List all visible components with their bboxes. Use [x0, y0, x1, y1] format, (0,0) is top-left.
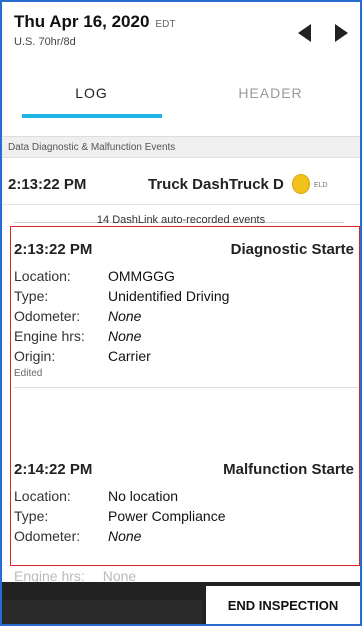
field-value: Power Compliance: [108, 508, 226, 524]
divider: [14, 387, 358, 388]
field-type: Type: Power Compliance: [14, 506, 358, 526]
active-tab-indicator: [22, 114, 162, 118]
field-value: OMMGGG: [108, 268, 175, 284]
end-inspection-button[interactable]: END INSPECTION: [206, 586, 360, 624]
event-title: Diagnostic Starte: [230, 240, 354, 258]
field-label: Type:: [14, 288, 49, 304]
field-label: Engine hrs:: [14, 328, 85, 344]
event-row-summary[interactable]: 2:13:22 PM Truck DashTruck D ELD: [2, 160, 360, 205]
event-time: 2:14:22 PM: [14, 460, 93, 478]
field-location: Location: No location: [14, 486, 358, 506]
timezone: EDT: [155, 19, 176, 30]
tab-header[interactable]: HEADER: [181, 68, 360, 118]
day-navigation: [298, 24, 348, 42]
field-label: Odometer:: [14, 528, 81, 544]
field-label: Origin:: [14, 348, 56, 364]
tab-log[interactable]: LOG: [2, 68, 181, 118]
field-value: Unidentified Driving: [108, 288, 230, 304]
log-header: Thu Apr 16, 2020 EDT U.S. 70hr/8d: [2, 2, 360, 68]
device-name: Truck DashTruck D: [148, 176, 284, 193]
field-label: Type:: [14, 508, 49, 524]
field-value: None: [108, 308, 142, 324]
event-title: Malfunction Starte: [223, 460, 354, 478]
field-type: Type: Unidentified Driving: [14, 286, 358, 306]
field-label: Location:: [14, 488, 71, 504]
field-odometer: Odometer: None: [14, 526, 358, 546]
field-engine-hours: Engine hrs: None: [14, 326, 358, 346]
date-text: Thu Apr 16, 2020: [14, 12, 150, 31]
field-value: Carrier: [108, 348, 151, 364]
event-time: 2:13:22 PM: [8, 176, 87, 193]
field-label: Location:: [14, 268, 71, 284]
chevron-right-icon[interactable]: [335, 24, 348, 42]
footer-shelf: [2, 600, 202, 624]
chevron-left-icon[interactable]: [298, 24, 311, 42]
hos-rule: U.S. 70hr/8d: [14, 36, 76, 48]
field-location: Location: OMMGGG: [14, 266, 358, 286]
field-value: No location: [108, 488, 179, 504]
section-banner: Data Diagnostic & Malfunction Events: [2, 136, 360, 158]
eld-badge-icon: [292, 174, 310, 194]
event-time: 2:13:22 PM: [14, 240, 93, 258]
event-malfunction[interactable]: 2:14:22 PM Malfunction Starte Location: …: [14, 452, 358, 546]
field-origin: Origin: Carrier: [14, 346, 358, 366]
field-value: None: [108, 528, 142, 544]
tab-bar: LOG HEADER: [2, 68, 360, 118]
field-odometer: Odometer: None: [14, 306, 358, 326]
field-label: Odometer:: [14, 308, 81, 324]
log-date: Thu Apr 16, 2020 EDT: [14, 12, 175, 32]
eld-label: ELD: [314, 182, 328, 189]
edited-note: Edited: [14, 368, 43, 379]
field-value: None: [108, 328, 142, 344]
event-diagnostic[interactable]: 2:13:22 PM Diagnostic Starte Location: O…: [14, 232, 358, 388]
